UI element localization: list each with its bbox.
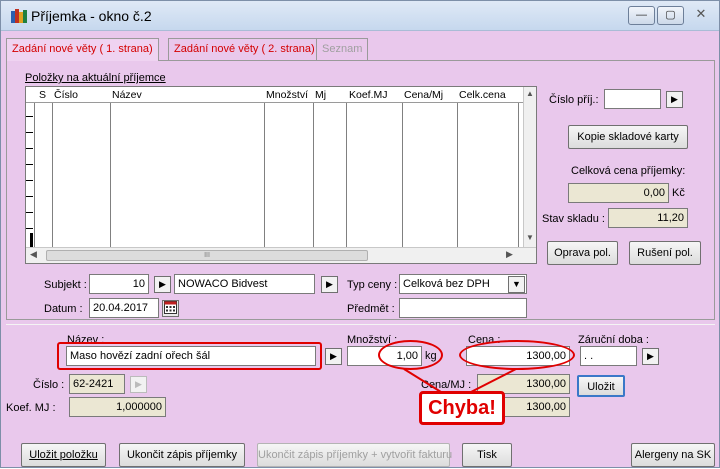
grid-column-divider [518,103,519,247]
minimize-button[interactable]: — [628,6,655,25]
zarucni-doba-input[interactable]: . . [580,346,637,366]
grid-header: S Číslo Název Množství Mj Koef.MJ Cena/M… [26,87,523,103]
chyba-annotation: Chyba! [419,391,505,425]
stav-skladu-label: Stav skladu : [542,213,605,225]
column-header-s[interactable]: S [39,89,46,101]
tisk-button[interactable]: Tisk [462,443,512,467]
play-arrow-icon: ▶ [135,379,142,389]
section-divider [6,324,715,325]
row-indicator-column [26,103,34,247]
close-button[interactable]: ✕ [689,6,713,25]
calendar-icon [164,301,177,314]
mnozstvi-highlight [378,340,443,370]
cislo-prij-input[interactable] [604,89,661,109]
items-grid[interactable]: S Číslo Název Množství Mj Koef.MJ Cena/M… [25,86,537,264]
column-header-cislo[interactable]: Číslo [54,89,78,101]
cena-mj-label: Cena/MJ : [421,379,472,391]
ruseni-pol-button[interactable]: Rušení pol. [629,241,701,265]
oprava-pol-button[interactable]: Oprava pol. [547,241,618,265]
vertical-scrollbar[interactable]: ▲ ▼ [523,87,536,247]
items-list-caption: Položky na aktuální příjemce [25,72,166,84]
cislo-prij-label: Číslo příj.: [549,94,599,106]
ulozit-polozku-button[interactable]: Uložit položku [21,443,106,467]
koef-mj-field: 1,000000 [69,397,166,417]
grid-column-divider [110,103,111,247]
play-arrow-icon: ▶ [330,351,337,361]
ulozit-polozku-label: Uložit položku [29,449,98,461]
cislo-label: Číslo : [33,379,65,391]
tab-zadani-strana-2[interactable]: Zadání nové věty ( 2. strana) [168,38,321,61]
title-bar: Příjemka - okno č.2 — ▢ ✕ [1,1,719,31]
scroll-thumb[interactable]: III [46,250,368,261]
scroll-down-icon[interactable]: ▼ [526,233,534,242]
column-header-nazev[interactable]: Název [112,89,142,101]
subjekt-label: Subjekt : [44,279,87,291]
ukoncit-zapis-faktura-button[interactable]: Ukončit zápis příjemky + vytvořit faktur… [257,443,452,467]
play-arrow-icon: ▶ [647,351,654,361]
currency-label: Kč [672,187,685,199]
play-arrow-icon: ▶ [159,279,166,289]
grid-column-divider [34,103,35,247]
cena-highlight [459,340,575,370]
prijemka-window: Příjemka - okno č.2 — ▢ ✕ Zadání nové vě… [0,0,720,468]
cislo-arrow-button[interactable]: ▶ [130,376,147,393]
cislo-prij-arrow-button[interactable]: ▶ [666,91,683,108]
maximize-button[interactable]: ▢ [657,6,684,25]
ukoncit-zapis-button[interactable]: Ukončit zápis příjemky [119,443,245,467]
column-header-cena-mj[interactable]: Cena/Mj [404,89,443,101]
datum-label: Datum : [44,303,83,315]
scroll-right-icon[interactable]: ▶ [506,249,513,260]
chevron-down-icon: ▼ [512,279,521,289]
tab-zadani-strana-1[interactable]: Zadání nové věty ( 1. strana) [6,38,159,61]
subjekt-name-field[interactable]: NOWACO Bidvest [174,274,315,294]
subjekt-name-arrow-button[interactable]: ▶ [321,276,338,293]
scroll-left-icon[interactable]: ◀ [30,249,37,260]
alergeny-na-sk-button[interactable]: Alergeny na SK [631,443,715,467]
tab-seznam[interactable]: Seznam [316,38,369,61]
koef-mj-label: Koef. MJ : [6,402,56,414]
ulozit-button[interactable]: Uložit [577,375,625,397]
celkova-cena-label: Celková cena příjemky: [571,165,686,177]
column-header-koef-mj[interactable]: Koef.MJ [349,89,388,101]
play-arrow-icon: ▶ [326,279,333,289]
stav-skladu-field: 11,20 [608,208,688,228]
play-arrow-icon: ▶ [671,94,678,104]
subjekt-input[interactable]: 10 [89,274,149,294]
grid-column-divider [346,103,347,247]
scroll-up-icon[interactable]: ▲ [526,89,534,98]
cislo-field: 62-2421 [69,374,125,394]
grid-column-divider [457,103,458,247]
grid-column-divider [402,103,403,247]
typ-ceny-label: Typ ceny : [347,279,398,291]
datum-input[interactable]: 20.04.2017 [89,298,159,318]
zarucni-doba-arrow-button[interactable]: ▶ [642,348,659,365]
celkova-cena-field: 0,00 [568,183,669,203]
column-header-celk-cena[interactable]: Celk.cena [459,89,506,101]
grid-column-divider [313,103,314,247]
zarucni-doba-label: Záruční doba : [578,334,649,346]
column-header-mj[interactable]: Mj [315,89,326,101]
app-icon [11,9,27,23]
subjekt-arrow-button[interactable]: ▶ [154,276,171,293]
nazev-arrow-button[interactable]: ▶ [325,348,342,365]
calendar-button[interactable] [162,300,179,317]
column-header-mnozstvi[interactable]: Množství [266,89,308,101]
grid-column-divider [52,103,53,247]
predmet-label: Předmět : [347,303,395,315]
typ-ceny-dropdown-button[interactable]: ▼ [508,276,525,293]
predmet-input[interactable] [399,298,527,318]
horizontal-scrollbar[interactable]: ◀ III ▶ [26,247,536,263]
nazev-highlight [57,342,322,370]
window-title: Příjemka - okno č.2 [31,8,152,24]
grid-column-divider [264,103,265,247]
kopie-skladove-karty-button[interactable]: Kopie skladové karty [568,125,688,149]
